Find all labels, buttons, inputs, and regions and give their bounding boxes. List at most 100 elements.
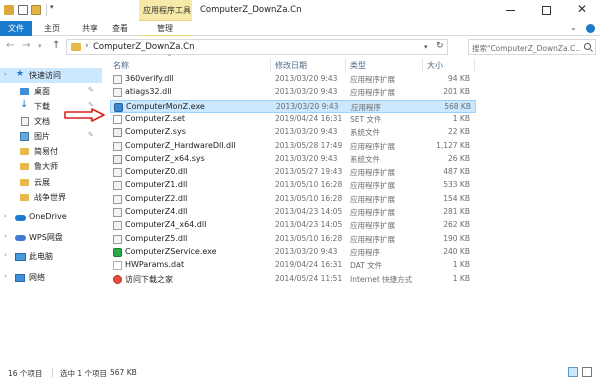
recent-locations-chevron-icon[interactable]: ▾: [38, 42, 42, 50]
refresh-icon[interactable]: ↻: [436, 41, 444, 51]
table-row[interactable]: ComputerZ5.dll 2013/05/10 16:28 应用程序扩展 190 …: [110, 233, 476, 246]
table-row[interactable]: ComputerZ1.dll 2013/05/10 16:28 应用程序扩展 533 …: [110, 179, 476, 192]
cloud-icon: [15, 215, 26, 221]
table-row[interactable]: 访问下载之家 2014/05/24 11:51 Internet 快捷方式 1 KB: [110, 273, 476, 286]
expand-chevron-icon[interactable]: ›: [4, 251, 7, 259]
forward-arrow-icon[interactable]: →: [22, 40, 30, 51]
sidebar-item-folder-1[interactable]: 简易付: [0, 144, 102, 159]
expand-chevron-icon[interactable]: ›: [4, 212, 7, 220]
tab-view[interactable]: 查看: [108, 21, 132, 36]
column-header-date[interactable]: 修改日期: [275, 60, 307, 71]
sidebar-item-label: WPS网盘: [29, 233, 63, 242]
sidebar-item-network[interactable]: › 网络: [0, 270, 102, 285]
file-size: 1 KB: [452, 273, 470, 283]
selection-count: 选中 1 个项目: [60, 369, 108, 378]
sidebar-item-onedrive[interactable]: › OneDrive: [0, 210, 102, 225]
table-row[interactable]: ComputerZ4_x64.dll 2013/04/23 14:05 应用程序扩展…: [110, 219, 476, 232]
sidebar-item-folder-2[interactable]: 鲁大师: [0, 159, 102, 174]
sidebar-item-label: 此电脑: [29, 252, 53, 261]
column-divider[interactable]: [270, 58, 271, 73]
context-tab-label: 应用程序工具: [143, 6, 191, 15]
expand-chevron-icon[interactable]: ›: [4, 70, 7, 78]
file-name: ComputerZ.set: [125, 113, 186, 123]
address-dropdown-chevron-icon[interactable]: ▾: [424, 43, 428, 51]
file-date: 2013/03/20 9:43: [275, 74, 338, 83]
search-input[interactable]: 搜索"ComputerZ_DownZa.C...": [468, 39, 596, 55]
table-row[interactable]: ComputerZ.set 2019/04/24 16:31 SET 文件 1 KB: [110, 113, 476, 126]
app-folder-icon: [4, 5, 14, 15]
pin-icon[interactable]: ✎: [88, 86, 94, 94]
file-date: 2013/05/10 16:28: [275, 233, 343, 243]
help-icon[interactable]: [586, 24, 595, 33]
column-header-size[interactable]: 大小: [427, 60, 443, 71]
sidebar-item-desktop[interactable]: 桌面 ✎: [0, 84, 102, 99]
tab-home[interactable]: 主页: [40, 21, 64, 36]
file-name: ComputerZ_x64.sys: [125, 153, 205, 163]
table-row[interactable]: atiags32.dll 2013/03/20 9:43 应用程序扩展 201 KB: [110, 86, 476, 99]
table-row[interactable]: HWParams.dat 2019/04/24 16:31 DAT 文件 1 KB: [110, 259, 476, 272]
tab-share[interactable]: 共享: [78, 21, 102, 36]
maximize-button[interactable]: [530, 0, 562, 21]
expand-ribbon-chevron-icon[interactable]: ⌄: [570, 23, 577, 32]
column-divider[interactable]: [474, 58, 475, 73]
table-row[interactable]: ComputerZ2.dll 2013/05/10 16:28 应用程序扩展 154 …: [110, 193, 476, 206]
pin-icon[interactable]: ✎: [88, 131, 94, 139]
title-bar: ▾ 应用程序工具 ComputerZ_DownZa.Cn ✕: [0, 0, 600, 21]
details-view-icon[interactable]: [568, 367, 578, 377]
column-header-type[interactable]: 类型: [350, 60, 366, 71]
column-divider[interactable]: [422, 58, 423, 73]
divider: [46, 4, 47, 16]
breadcrumb-chevron-icon[interactable]: ›: [85, 41, 89, 51]
file-name: ComputerZ4.dll: [125, 207, 188, 216]
file-type: 应用程序扩展: [350, 75, 395, 84]
file-size: 22 KB: [448, 127, 470, 137]
expand-chevron-icon[interactable]: ›: [4, 272, 7, 280]
table-row[interactable]: ComputerZService.exe 2013/03/20 9:43 应用程序 2…: [110, 246, 476, 259]
tab-manage[interactable]: 管理: [152, 21, 178, 36]
properties-icon[interactable]: [18, 5, 28, 15]
table-row[interactable]: 360verify.dll 2013/03/20 9:43 应用程序扩展 94 KB: [110, 73, 476, 86]
network-icon: [15, 274, 25, 282]
breadcrumb[interactable]: ComputerZ_DownZa.Cn: [93, 42, 194, 52]
large-icons-view-icon[interactable]: [582, 367, 592, 377]
expand-chevron-icon[interactable]: ›: [4, 232, 7, 240]
back-arrow-icon[interactable]: ←: [6, 40, 14, 51]
divider: [52, 368, 53, 377]
table-row[interactable]: ComputerZ.sys 2013/03/20 9:43 系统文件 22 KB: [110, 126, 476, 139]
table-row[interactable]: ComputerZ_x64.sys 2013/03/20 9:43 系统文件 26 K…: [110, 153, 476, 166]
sidebar-item-folder-4[interactable]: 战争世界: [0, 190, 102, 205]
address-bar[interactable]: › ComputerZ_DownZa.Cn ▾ ↻: [66, 39, 448, 55]
sidebar-item-quick-access[interactable]: › ★ 快速访问: [0, 68, 102, 83]
file-date: 2013/05/27 19:43: [275, 167, 343, 177]
selection-size: 567 KB: [110, 368, 137, 377]
table-row[interactable]: ComputerZ_HardwareDll.dll 2013/05/28 17:4…: [110, 140, 476, 153]
column-header-name[interactable]: 名称: [113, 60, 129, 71]
file-date: 2013/05/28 17:49: [275, 140, 343, 150]
column-divider[interactable]: [345, 58, 346, 73]
close-button[interactable]: ✕: [566, 0, 598, 21]
sidebar-item-label: 云展: [34, 178, 50, 187]
folder-icon: [71, 43, 81, 51]
sidebar-item-wps-cloud[interactable]: › WPS网盘: [0, 230, 102, 245]
folder-icon: [20, 148, 29, 155]
file-name: 访问下载之家: [125, 274, 173, 284]
table-row-selected[interactable]: ComputerMonZ.exe 2013/03/20 9:43 应用程序 568 K…: [110, 99, 476, 113]
sort-chevron-icon: ⌃: [167, 54, 173, 61]
up-arrow-icon[interactable]: ↑: [52, 40, 60, 51]
sidebar-item-this-pc[interactable]: › 此电脑: [0, 249, 102, 264]
file-type: 应用程序: [351, 102, 381, 112]
internet-shortcut-icon: [113, 274, 122, 284]
sidebar-item-label: OneDrive: [29, 212, 67, 221]
sidebar-item-pictures[interactable]: 图片 ✎: [0, 129, 102, 144]
minimize-button[interactable]: [494, 0, 526, 21]
table-row[interactable]: ComputerZ0.dll 2013/05/27 19:43 应用程序扩展 487 …: [110, 166, 476, 179]
sidebar-item-folder-3[interactable]: 云展: [0, 175, 102, 190]
new-folder-icon[interactable]: [31, 5, 41, 15]
customize-toolbar-chevron-icon[interactable]: ▾: [50, 3, 54, 11]
search-icon[interactable]: [584, 43, 591, 50]
star-icon: ★: [16, 69, 25, 79]
file-date: 2013/03/20 9:43: [275, 153, 338, 163]
tab-file[interactable]: 文件: [0, 21, 32, 36]
dll-file-icon: [113, 88, 122, 98]
table-row[interactable]: ComputerZ4.dll 2013/04/23 14:05 应用程序扩展 281 …: [110, 206, 476, 219]
